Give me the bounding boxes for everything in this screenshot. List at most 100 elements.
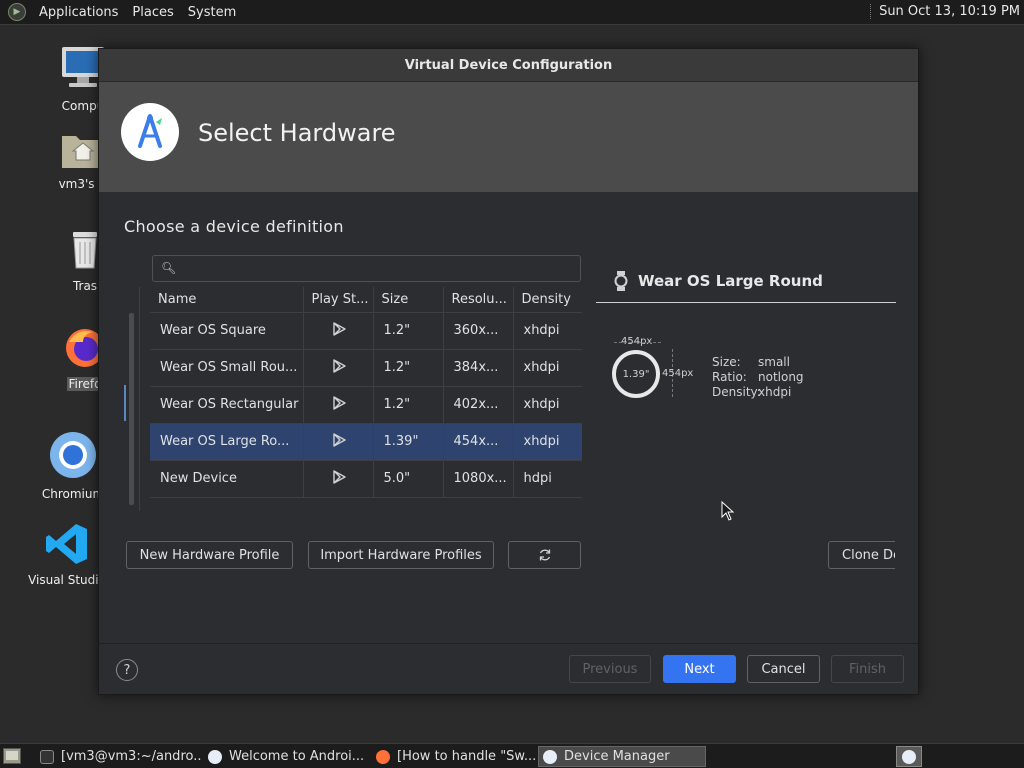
play-store-cell xyxy=(303,312,374,350)
terminal-icon xyxy=(40,749,54,764)
device-name: Wear OS Large Ro... xyxy=(150,423,304,461)
table-row[interactable]: Wear OS Small Rou... 1.2" 384x... xhdpi xyxy=(150,349,582,387)
device-preview-header: Wear OS Large Round xyxy=(596,259,896,303)
cancel-button[interactable]: Cancel xyxy=(747,655,820,683)
refresh-icon xyxy=(539,549,550,561)
device-density: xhdpi xyxy=(513,386,582,424)
category-list[interactable] xyxy=(123,287,140,511)
play-store-cell xyxy=(303,460,374,498)
taskbar-item-label: Welcome to Androi... xyxy=(229,749,365,764)
play-store-icon xyxy=(332,321,346,336)
play-store-icon xyxy=(332,395,346,410)
device-name: New Device xyxy=(150,460,304,498)
taskbar: [vm3@vm3:~/andro... Welcome to Androi...… xyxy=(0,743,1024,768)
section-title: Choose a device definition xyxy=(124,217,344,236)
column-header-name[interactable]: Name xyxy=(150,287,304,313)
clone-device-button[interactable]: Clone De xyxy=(828,541,895,569)
import-hardware-profiles-label: Import Hardware Profiles xyxy=(320,547,482,563)
android-studio-icon xyxy=(208,749,222,764)
column-header-resolution[interactable]: Resolu... xyxy=(443,287,514,313)
preview-diagonal-label: 1.39" xyxy=(622,368,650,380)
desktop-icon-label: Chromium xyxy=(41,487,105,501)
play-store-cell xyxy=(303,423,374,461)
tray-android-studio-button[interactable] xyxy=(896,746,922,767)
device-specs: Size: small Ratio: notlong Density:xhdpi xyxy=(712,355,804,400)
table-row[interactable]: Wear OS Square 1.2" 360x... xhdpi xyxy=(150,312,582,350)
android-studio-logo-icon xyxy=(121,103,179,161)
taskbar-item-label: [How to handle "Sw... xyxy=(397,749,536,764)
taskbar-item-label: Device Manager xyxy=(564,749,670,764)
device-name: Wear OS Small Rou... xyxy=(150,349,304,387)
device-search-input[interactable]: 🔍︎ xyxy=(152,255,581,282)
device-resolution: 384x... xyxy=(443,349,514,387)
import-hardware-profiles-button[interactable]: Import Hardware Profiles xyxy=(308,541,494,569)
dialog-header: Select Hardware xyxy=(99,82,918,192)
menu-system[interactable]: System xyxy=(181,5,243,20)
new-hardware-profile-label: New Hardware Profile xyxy=(139,547,280,563)
play-store-icon xyxy=(332,469,346,484)
clone-device-label: Clone De xyxy=(842,547,895,563)
category-scrollbar[interactable] xyxy=(129,313,134,505)
chromium-icon xyxy=(50,432,96,478)
device-table: Name Play St... Size Resolu... Density W… xyxy=(150,287,582,498)
footer-divider xyxy=(99,643,918,644)
cancel-label: Cancel xyxy=(761,661,806,677)
show-desktop-button[interactable] xyxy=(3,748,21,764)
device-size: 1.2" xyxy=(373,312,444,350)
menu-places[interactable]: Places xyxy=(125,5,180,20)
device-name: Wear OS Rectangular xyxy=(150,386,304,424)
table-row-selected[interactable]: Wear OS Large Ro... 1.39" 454x... xhdpi xyxy=(150,423,582,461)
new-hardware-profile-button[interactable]: New Hardware Profile xyxy=(126,541,293,569)
device-density: xhdpi xyxy=(513,423,582,461)
firefox-icon xyxy=(376,749,390,764)
vscode-icon xyxy=(46,524,87,564)
device-density: hdpi xyxy=(513,460,582,498)
spec-ratio-row: Ratio: notlong xyxy=(712,370,804,385)
clock[interactable]: Sun Oct 13, 10:19 PM xyxy=(870,4,1020,19)
help-label: ? xyxy=(123,662,131,678)
previous-button[interactable]: Previous xyxy=(569,655,651,683)
column-header-density[interactable]: Density xyxy=(513,287,582,313)
device-search-field[interactable] xyxy=(183,259,573,278)
android-studio-icon xyxy=(543,749,557,764)
device-size: 1.2" xyxy=(373,386,444,424)
spec-key: Ratio: xyxy=(712,370,747,384)
taskbar-item-terminal[interactable]: [vm3@vm3:~/andro... xyxy=(36,746,202,767)
device-resolution: 402x... xyxy=(443,386,514,424)
menu-applications[interactable]: Applications xyxy=(32,5,125,20)
spec-size-row: Size: small xyxy=(712,355,804,370)
next-label: Next xyxy=(684,661,715,677)
device-resolution: 1080x... xyxy=(443,460,514,498)
spec-density-row: Density:xhdpi xyxy=(712,385,804,400)
refresh-button[interactable] xyxy=(508,541,581,569)
virtual-device-configuration-dialog: Virtual Device Configuration Select Hard… xyxy=(98,48,919,695)
previous-label: Previous xyxy=(582,661,638,677)
finish-button[interactable]: Finish xyxy=(831,655,904,683)
top-panel: ▶ Applications Places System Sun Oct 13,… xyxy=(0,0,1024,25)
table-row[interactable]: Wear OS Rectangular 1.2" 402x... xhdpi xyxy=(150,386,582,424)
table-row[interactable]: New Device 5.0" 1080x... hdpi xyxy=(150,460,582,498)
taskbar-item-label: [vm3@vm3:~/andro... xyxy=(61,749,202,764)
distro-logo-icon[interactable]: ▶ xyxy=(8,3,26,21)
help-button[interactable]: ? xyxy=(116,659,138,681)
dialog-titlebar[interactable]: Virtual Device Configuration xyxy=(99,49,918,82)
play-store-cell xyxy=(303,386,374,424)
finish-label: Finish xyxy=(848,661,886,677)
taskbar-item-android-studio[interactable]: Welcome to Androi... xyxy=(204,746,370,767)
device-resolution: 360x... xyxy=(443,312,514,350)
next-button[interactable]: Next xyxy=(663,655,736,683)
spec-key: Density: xyxy=(712,385,761,399)
watch-icon xyxy=(614,270,628,291)
preview-height-label: 454px xyxy=(662,368,694,379)
taskbar-item-firefox[interactable]: [How to handle "Sw... xyxy=(372,746,536,767)
play-store-icon xyxy=(332,358,346,373)
column-header-size[interactable]: Size xyxy=(373,287,444,313)
device-size: 5.0" xyxy=(373,460,444,498)
spec-key: Size: xyxy=(712,355,741,369)
column-header-play-store[interactable]: Play St... xyxy=(303,287,374,313)
taskbar-item-device-manager[interactable]: Device Manager xyxy=(538,746,706,767)
play-store-icon xyxy=(332,432,346,447)
device-density: xhdpi xyxy=(513,349,582,387)
preview-device-name: Wear OS Large Round xyxy=(638,271,823,290)
device-size: 1.2" xyxy=(373,349,444,387)
